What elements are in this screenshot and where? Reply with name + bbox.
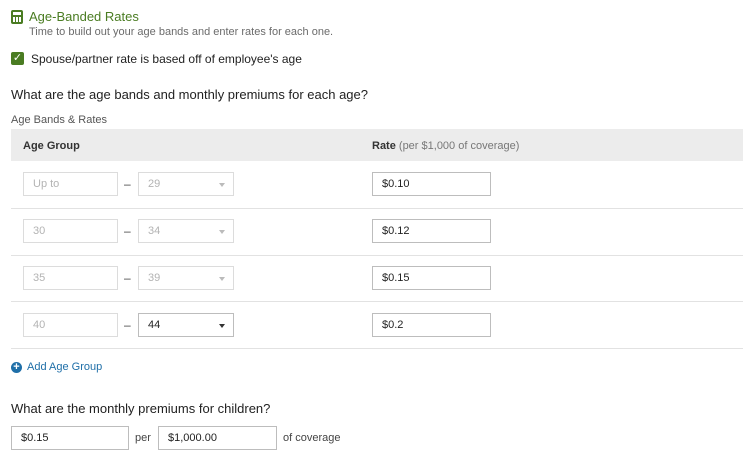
- rate-column-header: Rate (per $1,000 of coverage): [372, 140, 519, 152]
- age-bands-question: What are the age bands and monthly premi…: [11, 87, 368, 102]
- per-label: per: [135, 432, 151, 444]
- rate-column-title: Rate: [372, 140, 396, 152]
- add-age-group-link[interactable]: Add Age Group: [27, 361, 102, 373]
- age-from-input: 35: [23, 266, 118, 290]
- rate-input[interactable]: $0.2: [372, 313, 491, 337]
- range-dash: –: [124, 318, 131, 332]
- chevron-down-icon: [219, 230, 225, 234]
- plus-circle-icon[interactable]: +: [11, 362, 22, 373]
- rate-column-note: (per $1,000 of coverage): [398, 140, 520, 152]
- range-dash: –: [124, 224, 131, 238]
- row-divider: [11, 208, 743, 209]
- rate-input[interactable]: $0.12: [372, 219, 491, 243]
- chevron-down-icon: [219, 277, 225, 281]
- chevron-down-icon: [219, 183, 225, 187]
- section-title: Age-Banded Rates: [29, 9, 139, 24]
- age-to-select[interactable]: 44: [138, 313, 234, 337]
- age-to-select: 39: [138, 266, 234, 290]
- age-from-input: Up to: [23, 172, 118, 196]
- calculator-icon: [11, 10, 23, 24]
- age-from-input: 40: [23, 313, 118, 337]
- coverage-amount-input[interactable]: $1,000.00: [158, 426, 277, 450]
- section-subtitle: Time to build out your age bands and ent…: [29, 26, 334, 38]
- age-to-value: 34: [148, 225, 161, 237]
- range-dash: –: [124, 177, 131, 191]
- row-divider: [11, 255, 743, 256]
- spouse-rate-checkbox-label[interactable]: Spouse/partner rate is based off of empl…: [31, 52, 302, 66]
- rate-input[interactable]: $0.15: [372, 266, 491, 290]
- age-to-value: 29: [148, 178, 161, 190]
- age-to-select: 34: [138, 219, 234, 243]
- age-to-value: 44: [148, 319, 161, 331]
- age-from-input: 30: [23, 219, 118, 243]
- children-rate-input[interactable]: $0.15: [11, 426, 129, 450]
- age-to-value: 39: [148, 272, 161, 284]
- row-divider: [11, 301, 743, 302]
- age-to-select: 29: [138, 172, 234, 196]
- rate-input[interactable]: $0.10: [372, 172, 491, 196]
- range-dash: –: [124, 271, 131, 285]
- age-group-column-header: Age Group: [23, 140, 80, 152]
- children-premium-question: What are the monthly premiums for childr…: [11, 401, 271, 416]
- spouse-rate-checkbox[interactable]: ✓: [11, 52, 24, 65]
- chevron-down-icon[interactable]: [219, 324, 225, 328]
- of-coverage-label: of coverage: [283, 432, 341, 444]
- row-divider: [11, 348, 743, 349]
- age-bands-section-label: Age Bands & Rates: [11, 114, 108, 126]
